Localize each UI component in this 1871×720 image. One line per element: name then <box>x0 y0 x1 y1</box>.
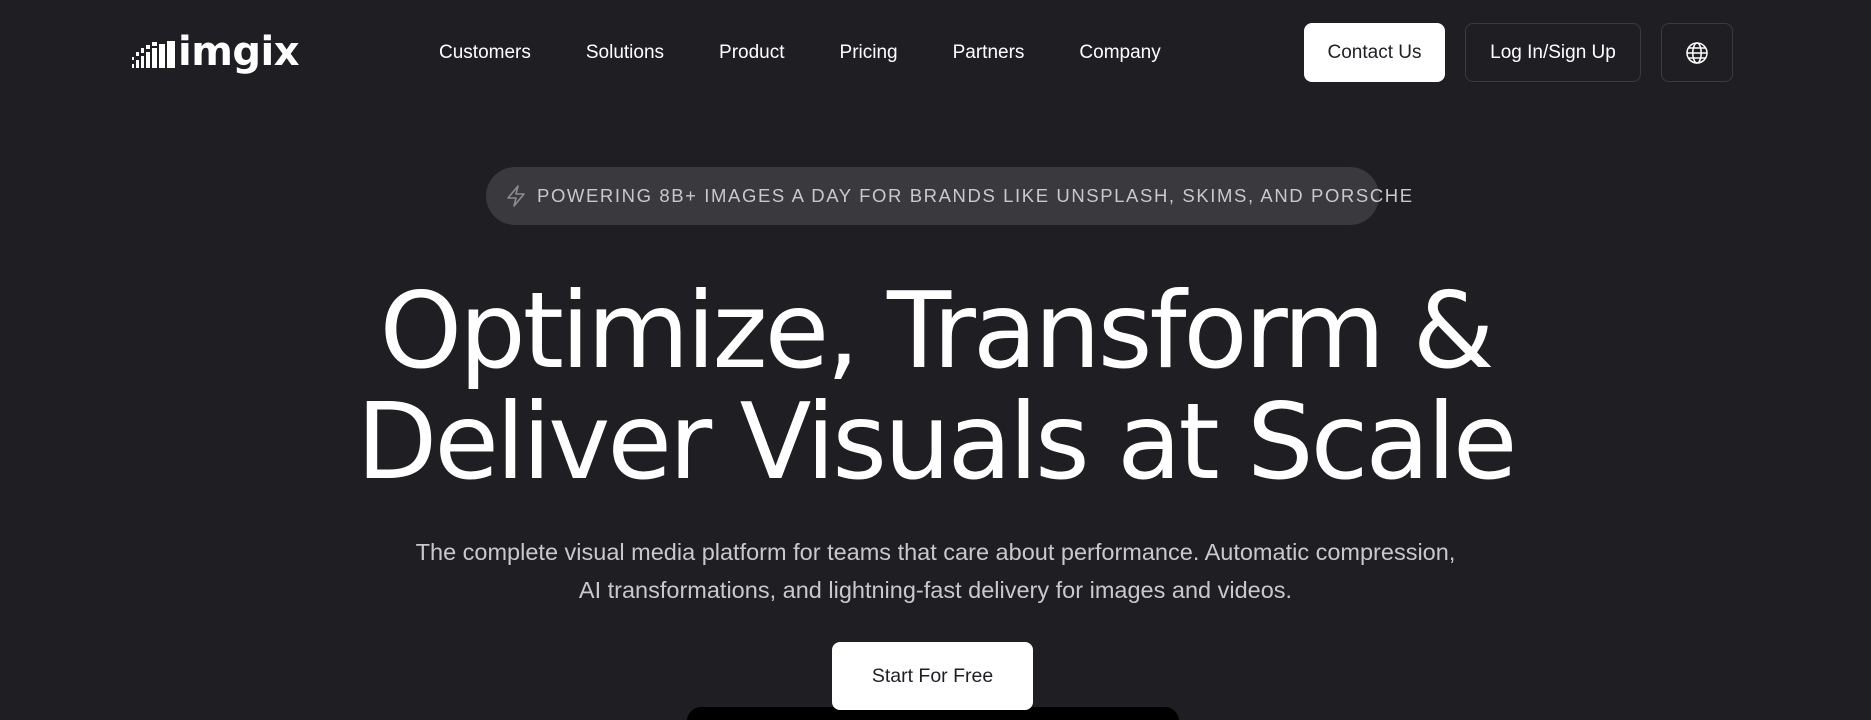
logo-mark-icon <box>132 41 175 68</box>
globe-icon <box>1686 41 1708 64</box>
hero-headline-line-1: Optimize, Transform & <box>379 270 1494 392</box>
nav-item-pricing[interactable]: Pricing <box>840 42 898 64</box>
nav-item-company[interactable]: Company <box>1079 42 1160 64</box>
hero-subtext-line-1: The complete visual media platform for t… <box>415 539 1456 565</box>
start-for-free-button[interactable]: Start For Free <box>832 642 1033 710</box>
main-nav: Customers Solutions Product Pricing Part… <box>439 36 1161 70</box>
hero-subtext-line-2: AI transformations, and lightning-fast d… <box>578 577 1293 603</box>
hero-subtext: The complete visual media platform for t… <box>0 533 1871 609</box>
page: imgix Customers Solutions Product Pricin… <box>0 0 1871 720</box>
brand-logo[interactable]: imgix <box>132 29 300 78</box>
nav-item-customers[interactable]: Customers <box>439 42 531 64</box>
language-selector-button[interactable] <box>1661 23 1733 82</box>
site-header: imgix Customers Solutions Product Pricin… <box>0 0 1871 106</box>
brand-name: imgix <box>178 29 300 75</box>
lightning-icon <box>506 185 526 207</box>
hero-headline: Optimize, Transform & Deliver Visuals at… <box>0 276 1871 498</box>
hero-badge-text: POWERING 8B+ IMAGES A DAY FOR BRANDS LIK… <box>537 185 1414 206</box>
hero-badge: POWERING 8B+ IMAGES A DAY FOR BRANDS LIK… <box>486 167 1412 225</box>
contact-us-button[interactable]: Contact Us <box>1304 23 1445 82</box>
login-signup-button[interactable]: Log In/Sign Up <box>1465 23 1641 82</box>
nav-item-product[interactable]: Product <box>719 42 784 64</box>
nav-item-solutions[interactable]: Solutions <box>586 42 664 64</box>
nav-item-partners[interactable]: Partners <box>953 42 1025 64</box>
hero-headline-line-2: Deliver Visuals at Scale <box>356 381 1517 503</box>
